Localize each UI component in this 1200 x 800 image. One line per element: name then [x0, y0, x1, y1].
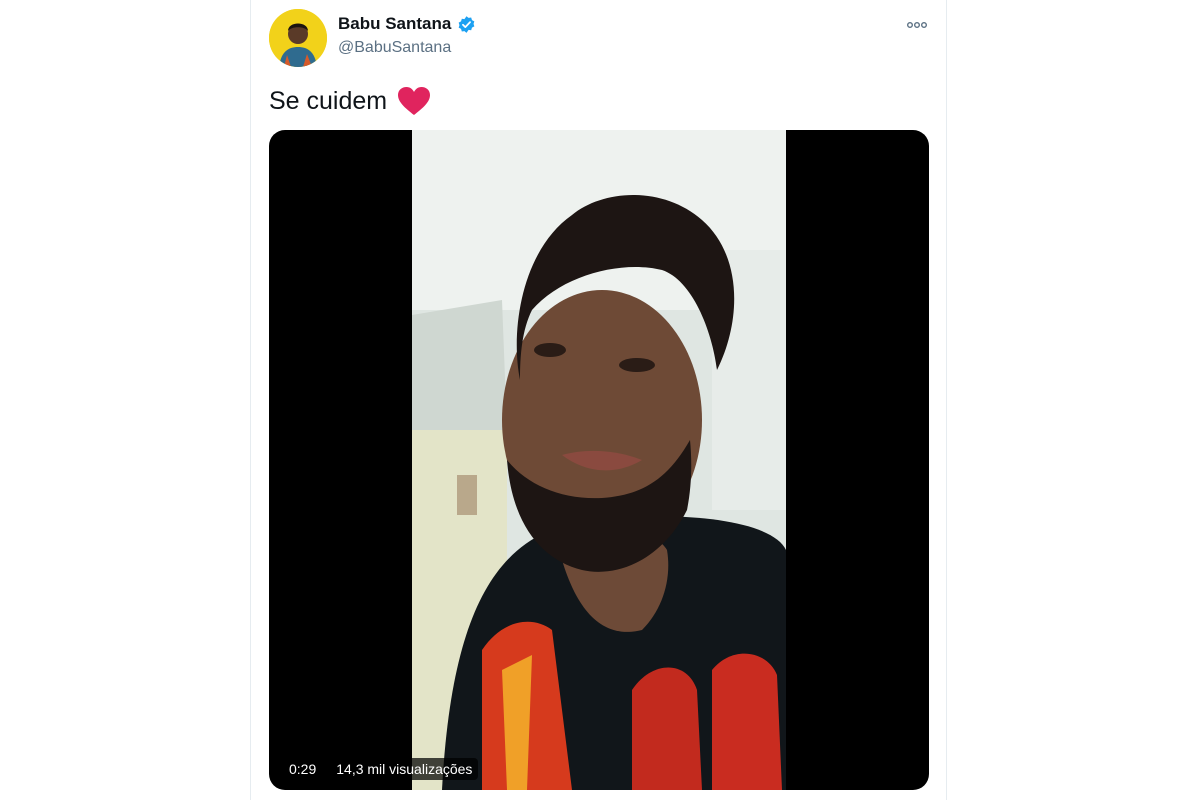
tweet-text-content: Se cuidem: [269, 86, 388, 115]
video-overlay: 0:29 14,3 mil visualizações: [283, 758, 479, 780]
tweet-text: Se cuidem: [269, 86, 431, 116]
author-handle[interactable]: @BabuSantana: [338, 39, 451, 57]
video-player[interactable]: 0:29 14,3 mil visualizações: [269, 130, 929, 790]
avatar[interactable]: [269, 9, 327, 67]
more-options-icon: [907, 22, 927, 28]
author-row: Babu Santana: [338, 14, 476, 34]
video-duration: 0:29: [283, 758, 323, 780]
heart-icon: [398, 87, 431, 115]
author-name[interactable]: Babu Santana: [338, 14, 451, 34]
avatar-image: [269, 9, 327, 67]
more-options-button[interactable]: [904, 14, 930, 36]
verified-badge-icon: [457, 15, 476, 34]
tweet-card: Babu Santana @BabuSantana Se cuidem 0:29…: [250, 0, 947, 800]
video-views: 14,3 mil visualizações: [330, 758, 479, 780]
video-frame: [412, 130, 786, 790]
video-thumbnail: [412, 130, 786, 790]
